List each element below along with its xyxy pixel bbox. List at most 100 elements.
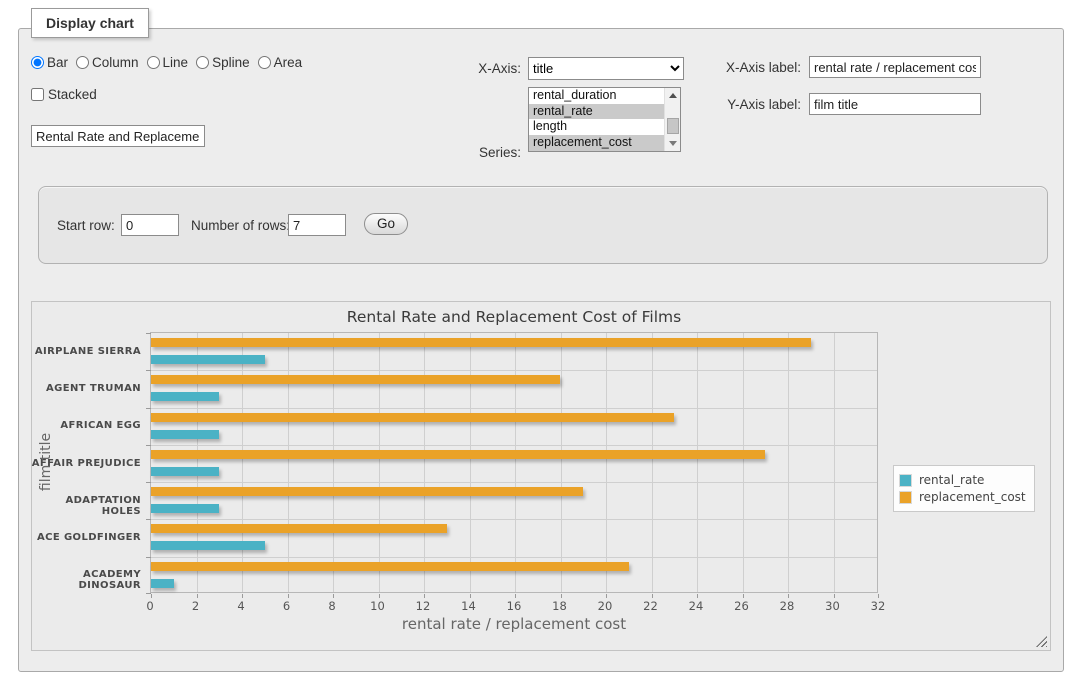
- series-option-length[interactable]: length: [529, 119, 664, 135]
- stacked-label-wrap[interactable]: Stacked: [31, 87, 97, 102]
- legend-swatch-rental_rate: [899, 474, 912, 487]
- gridline-horizontal: [151, 557, 877, 558]
- x-tick-label: 4: [237, 599, 244, 613]
- chart-type-radio-column[interactable]: [76, 56, 89, 69]
- chart-type-label: Column: [92, 55, 139, 70]
- bar-rental_rate: [151, 541, 265, 550]
- chart-legend: rental_rate replacement_cost: [893, 465, 1035, 512]
- y-tick-mark: [146, 557, 151, 558]
- x-tick-label: 12: [416, 599, 431, 613]
- series-option-rental_rate[interactable]: rental_rate: [529, 104, 664, 120]
- y-category-label: AGENT TRUMAN: [31, 383, 141, 394]
- stacked-label: Stacked: [48, 87, 97, 102]
- x-tick-mark: [424, 594, 425, 598]
- x-tick-mark: [652, 594, 653, 598]
- x-tick-label: 30: [825, 599, 840, 613]
- plot-area: AIRPLANE SIERRAAGENT TRUMANAFRICAN EGGAF…: [150, 332, 878, 593]
- series-listbox[interactable]: rental_durationrental_ratelengthreplacem…: [528, 87, 681, 152]
- scroll-up-button[interactable]: [665, 88, 681, 103]
- x-tick-label: 14: [461, 599, 476, 613]
- x-tick-mark: [515, 594, 516, 598]
- x-tick-mark: [470, 594, 471, 598]
- series-option-rental_duration[interactable]: rental_duration: [529, 88, 664, 104]
- bar-rental_rate: [151, 579, 174, 588]
- x-tick-label: 18: [552, 599, 567, 613]
- x-tick-mark: [697, 594, 698, 598]
- x-axis-label-label: X-Axis label:: [707, 60, 801, 75]
- x-axis-select[interactable]: title: [528, 57, 684, 80]
- chart-type-label: Bar: [47, 55, 68, 70]
- gridline-vertical: [379, 333, 380, 592]
- chart-title-input[interactable]: [31, 125, 205, 147]
- chart-type-radio-spline[interactable]: [196, 56, 209, 69]
- start-row-label: Start row:: [57, 218, 115, 233]
- x-tick-mark: [333, 594, 334, 598]
- x-tick-mark: [834, 594, 835, 598]
- y-tick-mark: [146, 370, 151, 371]
- bar-replacement_cost: [151, 338, 811, 347]
- scroll-up-icon: [669, 93, 677, 98]
- x-tick-mark: [288, 594, 289, 598]
- resize-grip-icon[interactable]: [1036, 636, 1047, 647]
- gridline-horizontal: [151, 370, 877, 371]
- chart-type-label: Line: [163, 55, 189, 70]
- gridline-vertical: [834, 333, 835, 592]
- scroll-down-button[interactable]: [665, 136, 681, 151]
- bar-rental_rate: [151, 430, 219, 439]
- x-tick-label: 6: [283, 599, 290, 613]
- display-chart-panel: Display chart BarColumnLineSplineArea St…: [18, 28, 1064, 672]
- x-tick-label: 16: [507, 599, 522, 613]
- series-options: rental_durationrental_ratelengthreplacem…: [529, 88, 664, 151]
- y-axis-title: film title: [38, 433, 54, 491]
- x-tick-mark: [379, 594, 380, 598]
- start-row-input[interactable]: [121, 214, 179, 236]
- legend-item-rental_rate: rental_rate: [899, 473, 1026, 487]
- bar-replacement_cost: [151, 413, 674, 422]
- num-rows-input[interactable]: [288, 214, 346, 236]
- gridline-horizontal: [151, 482, 877, 483]
- scrollbar-thumb[interactable]: [667, 118, 679, 134]
- gridline-horizontal: [151, 519, 877, 520]
- chart-type-option-spline[interactable]: Spline: [196, 55, 250, 70]
- chart-type-radio-line[interactable]: [147, 56, 160, 69]
- chart-type-radio-bar[interactable]: [31, 56, 44, 69]
- x-axis-label-input[interactable]: [809, 56, 981, 78]
- legend-label: replacement_cost: [919, 490, 1026, 504]
- chart-type-radio-area[interactable]: [258, 56, 271, 69]
- bar-replacement_cost: [151, 487, 583, 496]
- x-tick-label: 24: [689, 599, 704, 613]
- chart-type-option-bar[interactable]: Bar: [31, 55, 68, 70]
- go-button[interactable]: Go: [364, 213, 408, 235]
- gridline-horizontal: [151, 408, 877, 409]
- x-axis-select-label: X-Axis:: [469, 61, 521, 76]
- legend-swatch-replacement_cost: [899, 491, 912, 504]
- bar-rental_rate: [151, 467, 219, 476]
- stacked-row: Stacked: [31, 87, 97, 102]
- y-axis-label-input[interactable]: [809, 93, 981, 115]
- chart-type-option-column[interactable]: Column: [76, 55, 139, 70]
- chart-title: Rental Rate and Replacement Cost of Film…: [150, 308, 878, 326]
- stacked-checkbox[interactable]: [31, 88, 44, 101]
- gridline-vertical: [788, 333, 789, 592]
- series-scrollbar[interactable]: [664, 88, 680, 151]
- bar-rental_rate: [151, 355, 265, 364]
- series-option-replacement_cost[interactable]: replacement_cost: [529, 135, 664, 151]
- y-category-label: ACE GOLDFINGER: [31, 532, 141, 543]
- chart-type-radios: Bar Column Line Spline Area: [31, 55, 310, 70]
- x-tick-mark: [242, 594, 243, 598]
- gridline-vertical: [288, 333, 289, 592]
- x-tick-mark: [561, 594, 562, 598]
- bar-replacement_cost: [151, 375, 560, 384]
- gridline-vertical: [652, 333, 653, 592]
- legend-item-replacement_cost: replacement_cost: [899, 490, 1026, 504]
- y-tick-mark: [146, 482, 151, 483]
- x-tick-label: 0: [146, 599, 153, 613]
- chart-type-option-line[interactable]: Line: [147, 55, 189, 70]
- gridline-vertical: [470, 333, 471, 592]
- chart-type-option-area[interactable]: Area: [258, 55, 303, 70]
- bar-replacement_cost: [151, 524, 447, 533]
- x-tick-mark: [788, 594, 789, 598]
- scroll-down-icon: [669, 141, 677, 146]
- y-tick-mark: [146, 333, 151, 334]
- y-category-label: AIRPLANE SIERRA: [31, 346, 141, 357]
